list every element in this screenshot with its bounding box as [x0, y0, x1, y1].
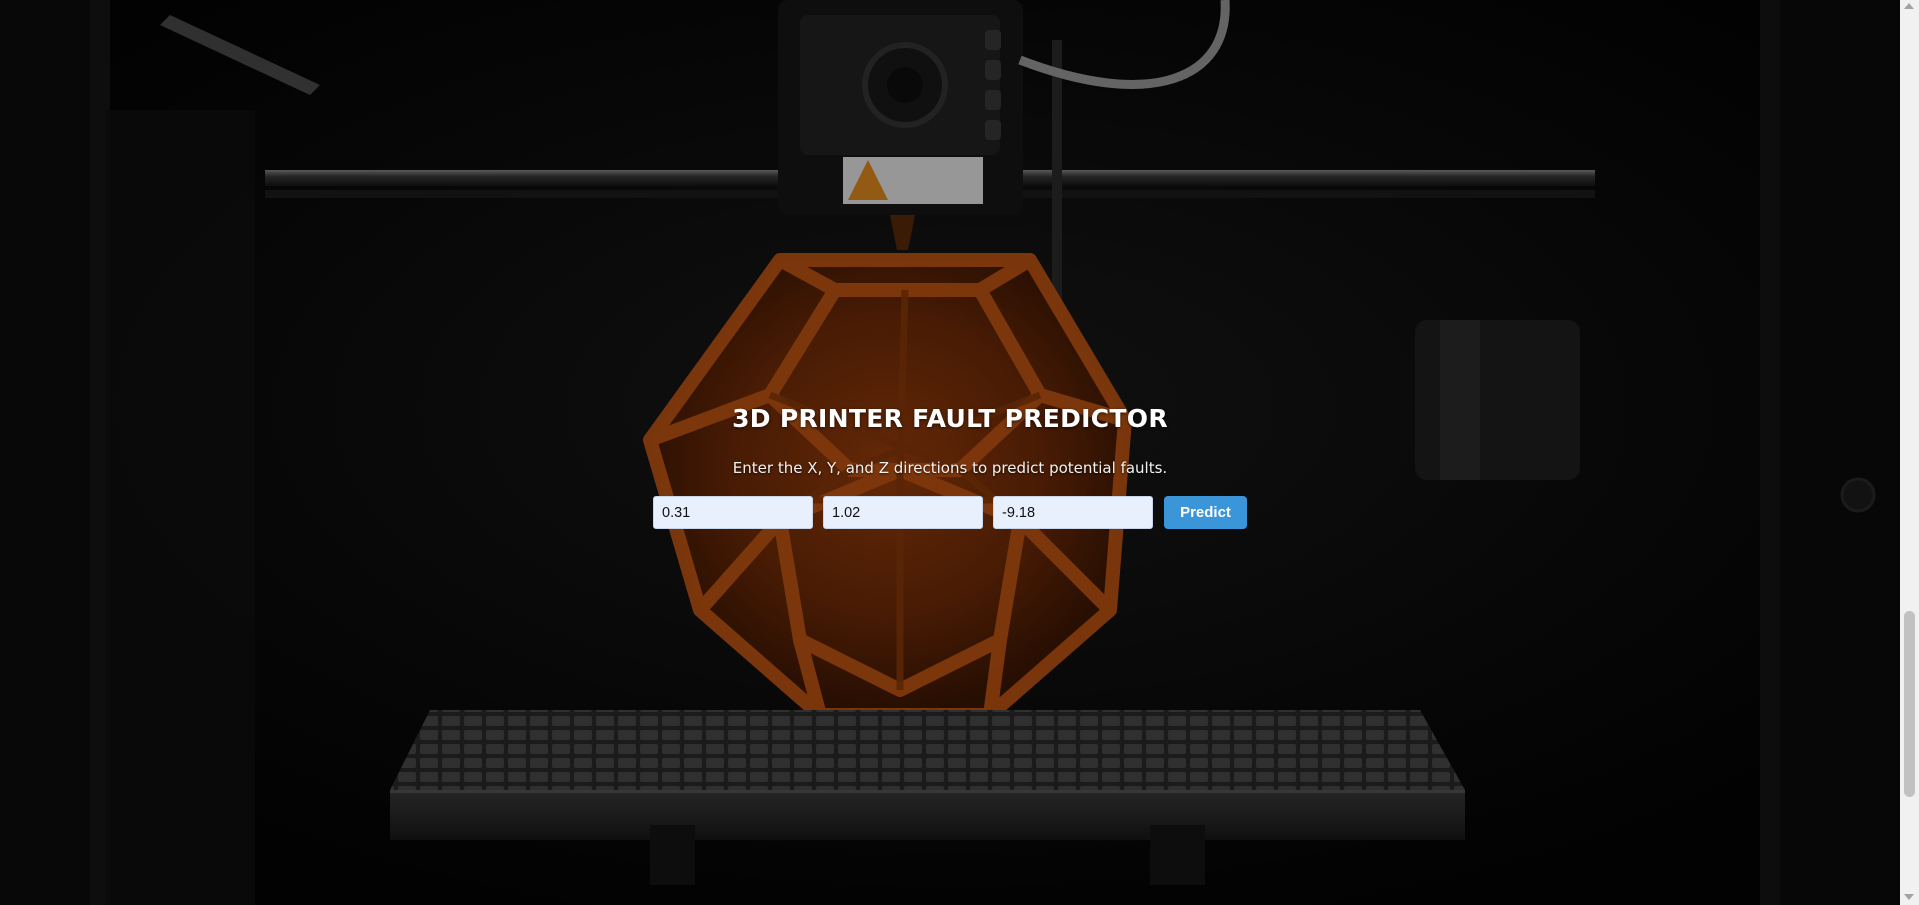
app-window: 3D PRINTER FAULT PREDICTOR Enter the X, …: [0, 0, 1919, 905]
predict-button[interactable]: Predict: [1164, 496, 1247, 529]
x-direction-input[interactable]: [653, 496, 813, 529]
vertical-scrollbar[interactable]: [1900, 0, 1919, 905]
y-direction-input[interactable]: [823, 496, 983, 529]
scroll-up-arrow-icon[interactable]: [1904, 3, 1914, 9]
predictor-panel: 3D PRINTER FAULT PREDICTOR Enter the X, …: [0, 0, 1900, 905]
scrollbar-thumb[interactable]: [1904, 611, 1915, 797]
scroll-down-arrow-icon[interactable]: [1904, 894, 1914, 900]
z-direction-input[interactable]: [993, 496, 1153, 529]
page-title: 3D PRINTER FAULT PREDICTOR: [732, 404, 1168, 433]
page-instructions: Enter the X, Y, and Z directions to pred…: [732, 459, 1168, 477]
